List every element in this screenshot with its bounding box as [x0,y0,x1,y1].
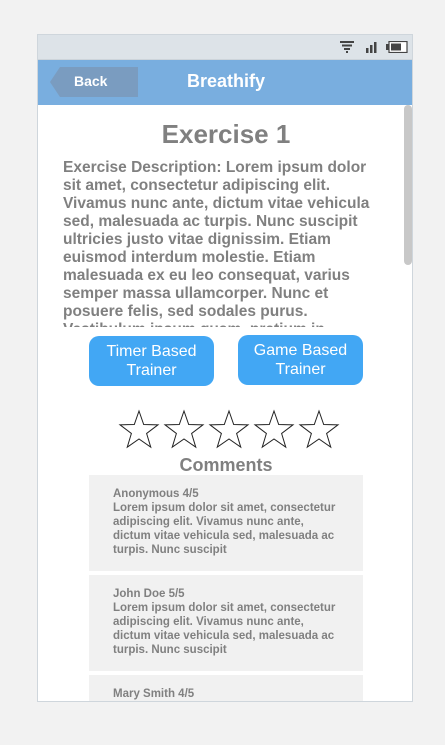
wifi-icon [340,41,354,53]
exercise-content[interactable]: Exercise 1 Exercise Description: Lorem i… [38,105,412,701]
comment-author: John Doe 5/5 [113,588,185,600]
comment-card: Anonymous 4/5 Lorem ipsum dolor sit amet… [89,475,363,571]
comment-body: Lorem ipsum dolor sit amet, consectetur … [113,502,336,556]
exercise-description: Exercise Description: Lorem ipsum dolor … [63,159,370,327]
back-button-label: Back [74,73,108,89]
app-title: Breathify [186,71,266,91]
star-icon[interactable] [162,408,206,452]
signal-icon [366,42,377,53]
timer-trainer-button[interactable]: Timer Based Trainer [89,336,214,386]
phone-frame: Back Breathify Exercise 1 Exercise Descr… [37,34,413,702]
top-nav-bar: Back Breathify [38,60,412,105]
comments-list: Anonymous 4/5 Lorem ipsum dolor sit amet… [89,475,363,701]
comment-author: Anonymous 4/5 [113,488,199,500]
star-icon[interactable] [297,408,341,452]
game-trainer-button[interactable]: Game Based Trainer [238,335,363,385]
comment-card: John Doe 5/5 Lorem ipsum dolor sit amet,… [89,575,363,671]
comment-card: Mary Smith 4/5 [89,675,363,701]
comment-author: Mary Smith 4/5 [113,688,195,700]
battery-icon [386,41,408,53]
rating-stars [117,408,342,452]
scrollbar-thumb[interactable] [404,105,412,265]
exercise-title: Exercise 1 [161,119,291,149]
star-icon[interactable] [252,408,296,452]
star-icon[interactable] [117,408,161,452]
star-icon[interactable] [207,408,251,452]
description-scroll-area[interactable]: Exercise Description: Lorem ipsum dolor … [63,159,385,327]
comment-body: Lorem ipsum dolor sit amet, consectetur … [113,602,336,656]
status-bar [38,35,412,60]
back-button[interactable]: Back [50,67,138,97]
comments-heading: Comments [179,455,273,475]
